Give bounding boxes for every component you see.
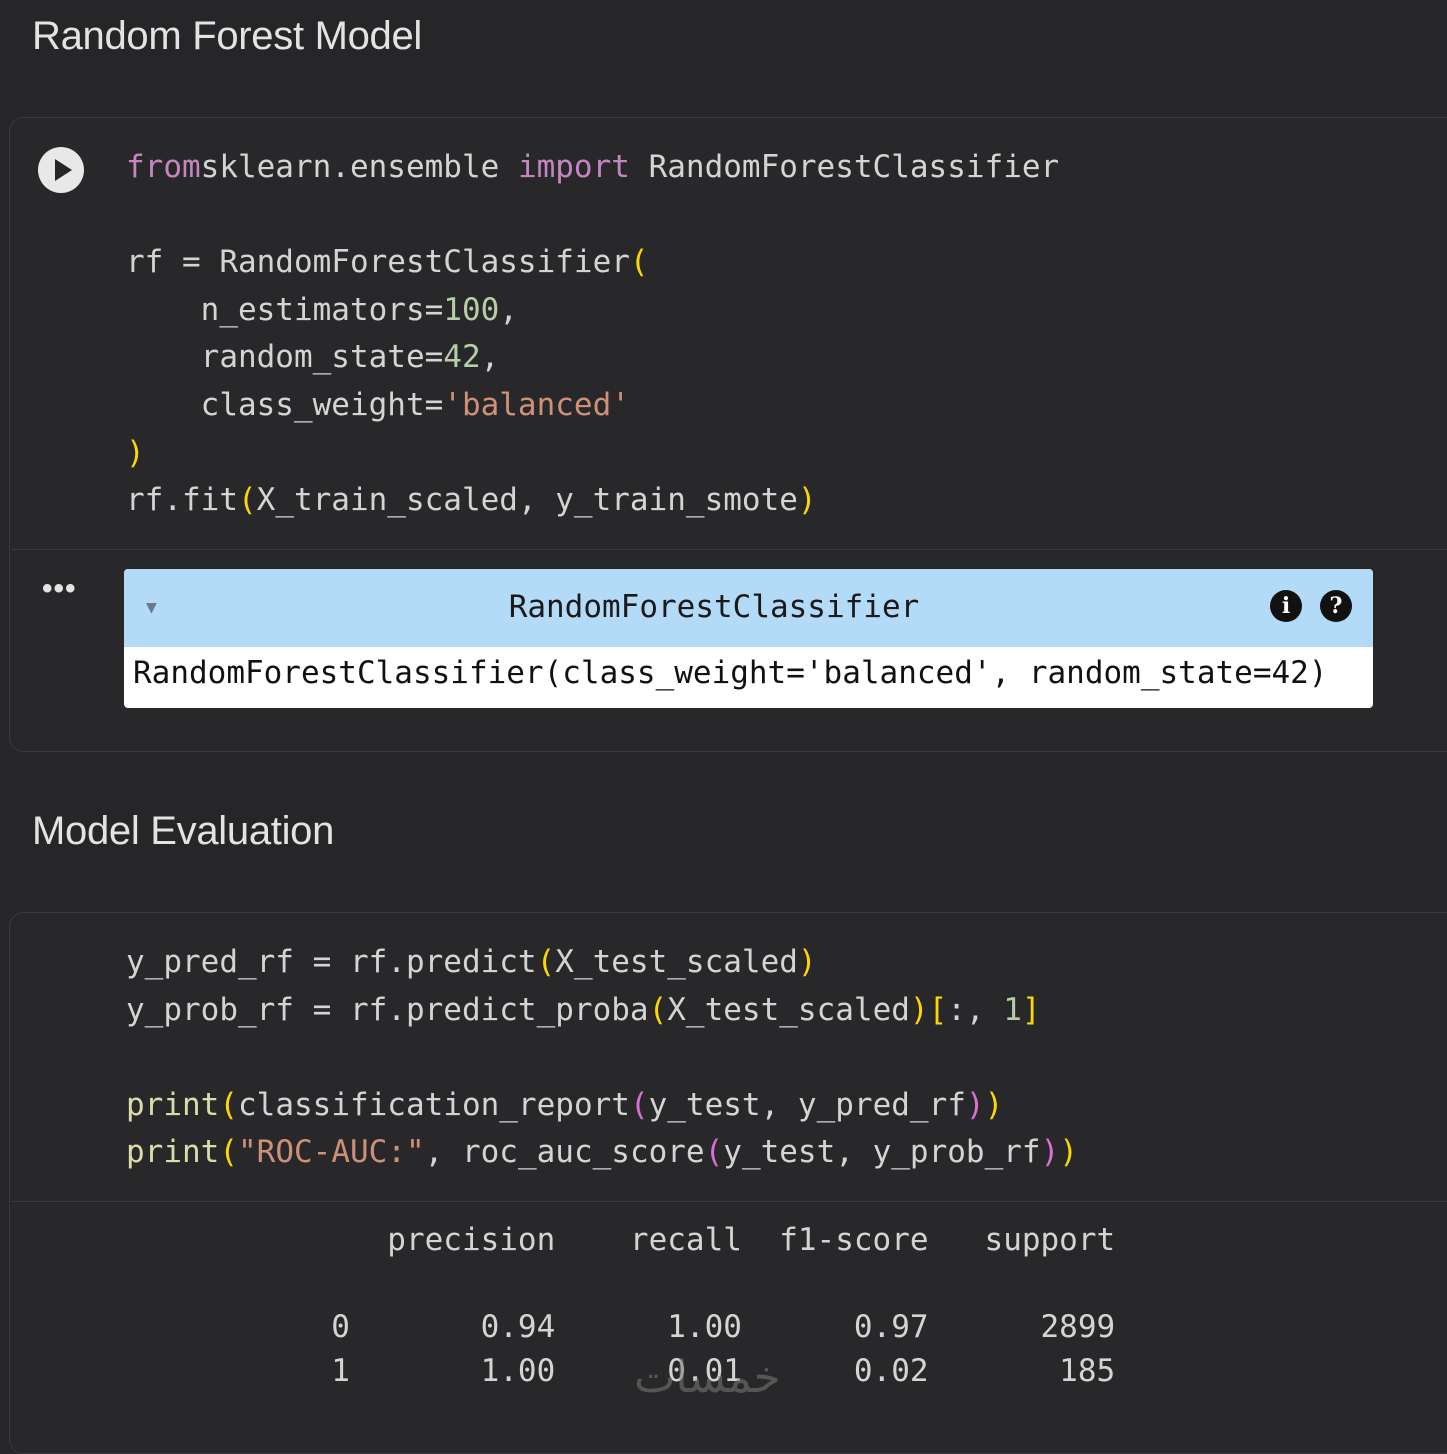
code-token: "ROC-AUC:" [238, 1134, 425, 1171]
run-cell-button[interactable] [38, 147, 84, 193]
code-token: X_test_scaled [555, 944, 798, 980]
code-line: class_weight='balanced' [126, 382, 1059, 430]
code-line: fromsklearn.ensemble import RandomForest… [126, 144, 1059, 192]
code-token: from [126, 149, 201, 185]
code-token: y_test, y_prob_rf [723, 1134, 1041, 1171]
code-line: random_state=42, [126, 334, 1059, 382]
estimator-repr: RandomForestClassifier(class_weight='bal… [133, 655, 1328, 691]
code-token: print [126, 1134, 220, 1171]
code-token: ) [909, 991, 929, 1028]
code-token: ) [1040, 1134, 1060, 1171]
help-icon[interactable]: ? [1320, 590, 1352, 622]
estimator-output-box: ▼ RandomForestClassifier i ? RandomFores… [124, 569, 1373, 708]
code-token: RandomForestClassifier [629, 149, 1060, 185]
code-line: print("ROC-AUC:", roc_auc_score(y_test, … [126, 1129, 1078, 1177]
code-line: print(classification_report(y_test, y_pr… [126, 1082, 1078, 1130]
watermark: خمسات [634, 1352, 781, 1403]
code-line: ​ [126, 192, 1059, 240]
code-token: y_pred_rf = rf.predict [126, 944, 537, 980]
code-token: ( [629, 1086, 649, 1123]
code-token: random_state= [126, 339, 444, 376]
code-token: classification_report [238, 1086, 630, 1123]
code-token: , [499, 291, 518, 328]
code-token: X_train_scaled, y_train_smote [256, 482, 798, 519]
code-token: n_estimators= [126, 291, 444, 328]
code-token: 'balanced' [443, 386, 630, 423]
code-token: class_weight= [126, 386, 444, 423]
code-token: ( [219, 1086, 238, 1123]
code-token: ) [965, 1086, 985, 1123]
estimator-header[interactable]: ▼ RandomForestClassifier i ? [124, 569, 1373, 647]
code-token: 1 [1003, 991, 1022, 1028]
code-token: import [517, 149, 630, 185]
section-heading-model-evaluation: Model Evaluation [32, 809, 335, 853]
code-line: rf.fit(X_train_scaled, y_train_smote) [126, 477, 1059, 525]
code-token: ) [797, 944, 817, 980]
code-token: ( [648, 991, 668, 1028]
code-token: sklearn.ensemble [200, 149, 518, 185]
code-token: ) [797, 482, 817, 519]
cell-output-divider [11, 549, 1447, 550]
code-editor[interactable]: fromsklearn.ensemble import RandomForest… [126, 144, 1059, 525]
code-token: 42 [443, 339, 481, 376]
code-token: :, [947, 991, 1004, 1028]
info-icon[interactable]: i [1270, 590, 1302, 622]
code-token: rf.fit [126, 482, 238, 519]
estimator-title: RandomForestClassifier [508, 589, 920, 625]
section-heading-random-forest: Random Forest Model [32, 14, 423, 58]
code-line: ​ [126, 1034, 1078, 1082]
code-token: , roc_auc_score [424, 1134, 705, 1171]
code-token: rf = RandomForestClassifier [126, 244, 630, 281]
code-token: X_test_scaled [667, 991, 910, 1028]
output-menu-icon[interactable]: ••• [42, 572, 77, 606]
code-token: ) [126, 434, 145, 471]
code-token: ( [536, 944, 556, 980]
code-line: rf = RandomForestClassifier( [126, 239, 1059, 287]
code-token: ] [1021, 991, 1041, 1028]
code-token: ( [629, 244, 649, 281]
code-token: y_test, y_pred_rf [648, 1086, 966, 1123]
code-token: , [480, 339, 500, 376]
code-token: ( [219, 1134, 238, 1171]
code-token: ( [704, 1134, 724, 1171]
code-line: y_pred_rf = rf.predict(X_test_scaled) [126, 939, 1078, 987]
code-line: n_estimators=100, [126, 287, 1059, 335]
classification-report-output: precision recall f1-score support 0 0.94… [331, 1222, 1116, 1389]
code-line: ) [126, 430, 1059, 478]
code-token: ( [237, 482, 257, 519]
code-token: y_prob_rf = rf.predict_proba [126, 991, 649, 1028]
code-token: ) [984, 1086, 1004, 1123]
code-token: [ [928, 991, 948, 1028]
code-token: print [126, 1086, 220, 1123]
code-token: 100 [443, 291, 500, 328]
code-editor[interactable]: y_pred_rf = rf.predict(X_test_scaled) y_p… [126, 939, 1078, 1177]
code-token: ) [1059, 1134, 1078, 1171]
cell-output-divider [11, 1201, 1447, 1202]
code-line: y_prob_rf = rf.predict_proba(X_test_scal… [126, 987, 1078, 1035]
